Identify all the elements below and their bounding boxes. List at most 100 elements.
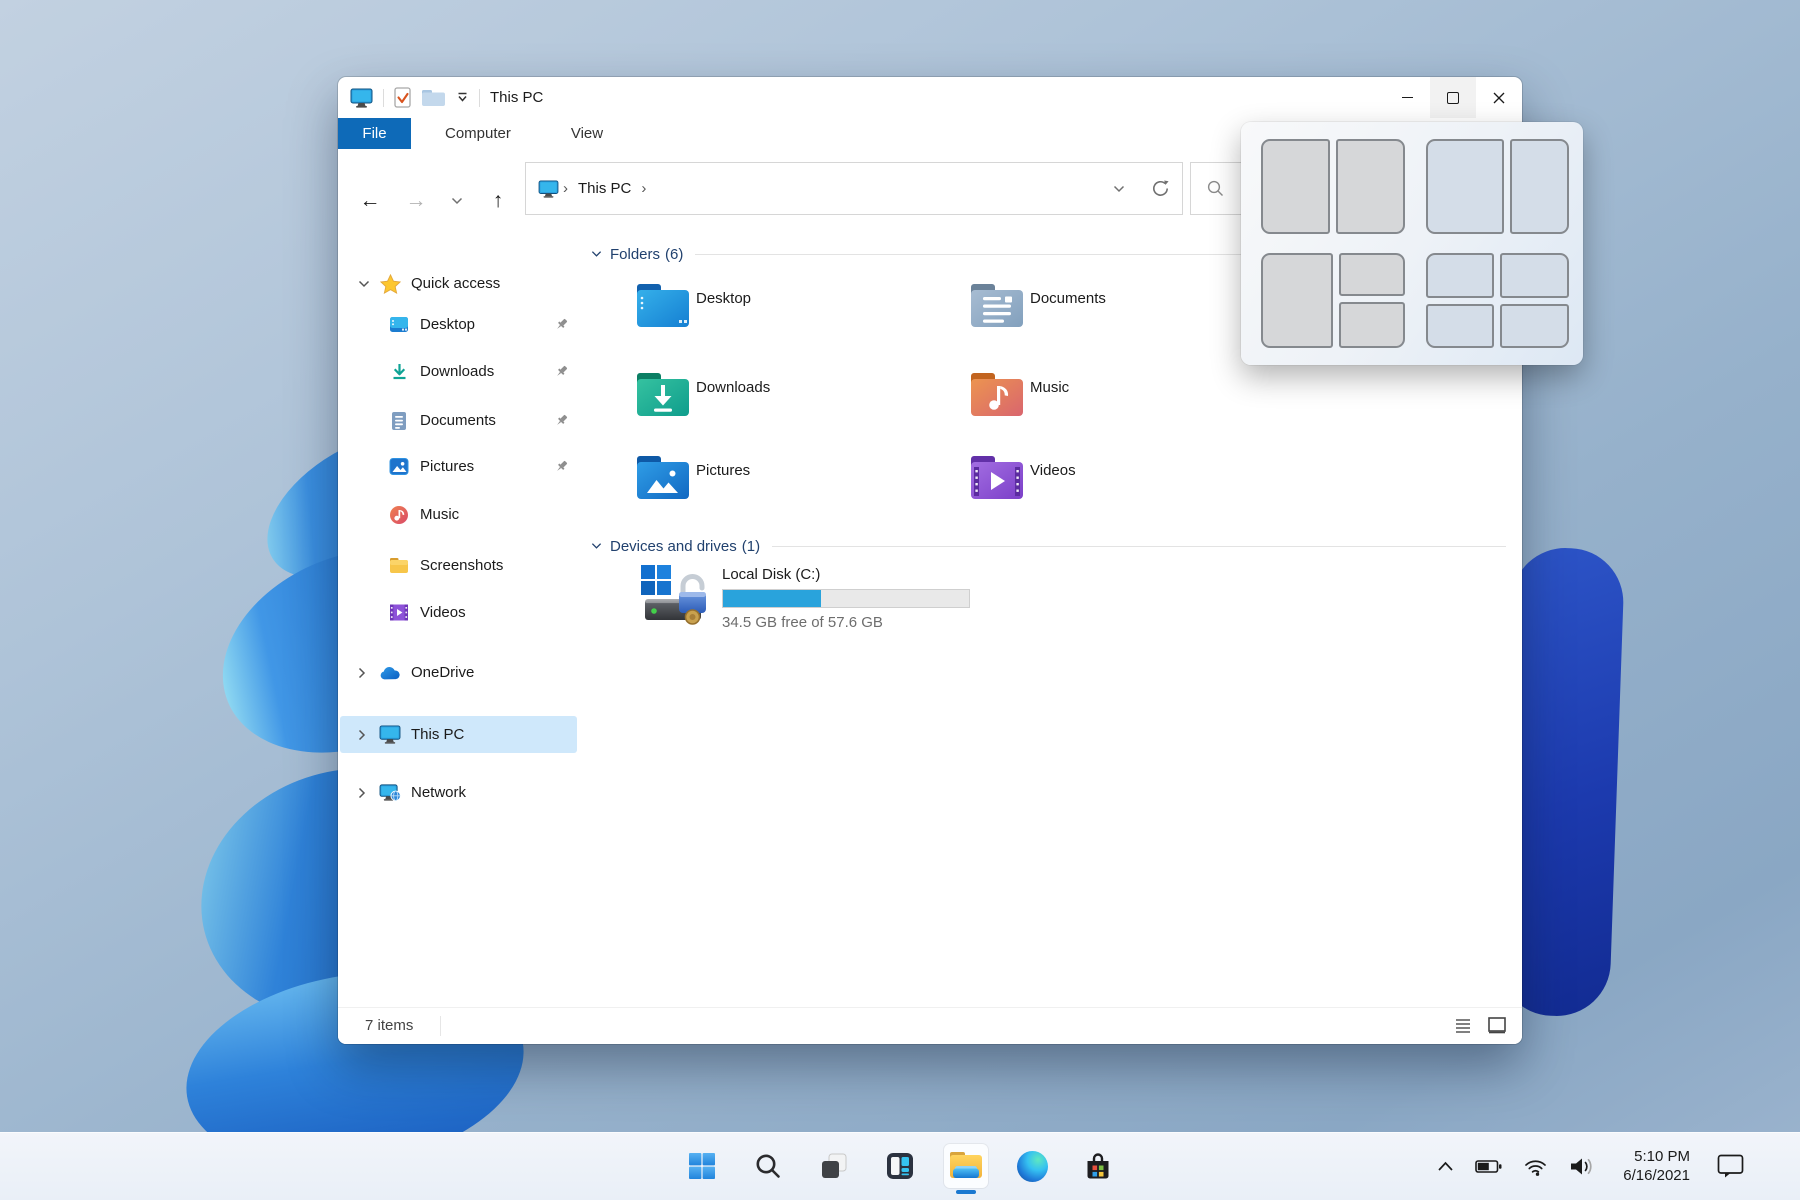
clock[interactable]: 5:10 PM 6/16/2021 bbox=[1623, 1147, 1690, 1185]
group-header-devices[interactable]: Devices and drives (1) bbox=[591, 535, 1506, 557]
titlebar[interactable]: This PC bbox=[338, 77, 1522, 118]
sidebar-item-quick-access[interactable]: Quick access bbox=[340, 265, 577, 302]
tray-overflow-button[interactable] bbox=[1437, 1161, 1454, 1172]
refresh-icon[interactable] bbox=[1151, 179, 1170, 198]
thumbnail-view-button[interactable] bbox=[1487, 1016, 1507, 1034]
snap-zone[interactable] bbox=[1336, 139, 1405, 234]
task-view-button[interactable] bbox=[812, 1144, 856, 1188]
snap-zone[interactable] bbox=[1500, 304, 1569, 349]
file-explorer-icon bbox=[949, 1151, 983, 1181]
sidebar-item-onedrive[interactable]: OneDrive bbox=[340, 654, 577, 691]
qat-properties-icon[interactable] bbox=[394, 87, 411, 108]
qat-new-folder-icon[interactable] bbox=[421, 89, 446, 107]
disk-usage-bar bbox=[722, 589, 970, 608]
menu-tab-file[interactable]: File bbox=[338, 118, 411, 149]
videos-icon bbox=[388, 603, 410, 622]
snap-zone[interactable] bbox=[1426, 139, 1504, 234]
start-button[interactable] bbox=[680, 1144, 724, 1188]
chevron-right-icon[interactable] bbox=[358, 729, 372, 741]
snap-zone[interactable] bbox=[1500, 253, 1569, 298]
breadcrumb-chevron-icon[interactable]: › bbox=[641, 180, 646, 197]
snap-option-wide-left[interactable] bbox=[1426, 139, 1570, 234]
item-label: Pictures bbox=[696, 462, 750, 479]
folder-tile-downloads[interactable]: Downloads bbox=[628, 364, 958, 434]
details-view-button[interactable] bbox=[1454, 1016, 1472, 1034]
sidebar-item-label: OneDrive bbox=[411, 664, 474, 681]
edge-icon bbox=[1017, 1151, 1048, 1182]
sidebar-item-music[interactable]: Music bbox=[340, 496, 577, 533]
menu-tab-view[interactable]: View bbox=[550, 118, 624, 149]
store-button[interactable] bbox=[1076, 1144, 1120, 1188]
sidebar-item-network[interactable]: Network bbox=[340, 774, 577, 811]
disk-usage-fill bbox=[723, 590, 821, 607]
snap-zone[interactable] bbox=[1426, 253, 1495, 298]
sidebar-item-downloads[interactable]: Downloads bbox=[340, 353, 577, 390]
sidebar-item-this-pc[interactable]: This PC bbox=[340, 716, 577, 753]
snap-zone[interactable] bbox=[1426, 304, 1495, 349]
snap-zone[interactable] bbox=[1261, 139, 1330, 234]
edge-button[interactable] bbox=[1010, 1144, 1054, 1188]
forward-button[interactable]: → bbox=[400, 185, 432, 217]
sidebar-item-documents[interactable]: Documents bbox=[340, 402, 577, 439]
search-button[interactable] bbox=[746, 1144, 790, 1188]
sidebar-item-label: Pictures bbox=[420, 458, 474, 475]
widgets-button[interactable] bbox=[878, 1144, 922, 1188]
tray-time: 5:10 PM bbox=[1623, 1147, 1690, 1166]
snap-zone[interactable] bbox=[1339, 302, 1404, 348]
this-pc-icon bbox=[379, 725, 401, 744]
sidebar-item-screenshots[interactable]: Screenshots bbox=[340, 547, 577, 584]
music-folder-icon bbox=[970, 372, 1024, 417]
notification-icon bbox=[1717, 1154, 1744, 1178]
address-dropdown-icon[interactable] bbox=[1113, 185, 1125, 193]
address-bar[interactable]: › This PC › bbox=[525, 162, 1183, 215]
task-view-icon bbox=[819, 1151, 849, 1181]
chevron-down-icon[interactable] bbox=[358, 280, 372, 288]
videos-folder-icon bbox=[970, 455, 1024, 500]
notification-center-button[interactable] bbox=[1717, 1154, 1744, 1178]
recent-locations-button[interactable] bbox=[441, 185, 473, 217]
sidebar-item-pictures[interactable]: Pictures bbox=[340, 448, 577, 485]
folder-tile-music[interactable]: Music bbox=[962, 364, 1292, 434]
folder-tile-videos[interactable]: Videos bbox=[962, 447, 1292, 517]
group-count: (1) bbox=[742, 538, 760, 555]
wifi-status[interactable] bbox=[1523, 1157, 1548, 1176]
minimize-icon bbox=[1402, 97, 1413, 99]
chevron-right-icon[interactable] bbox=[358, 787, 372, 799]
sidebar-item-desktop[interactable]: Desktop bbox=[340, 306, 577, 343]
snap-zone[interactable] bbox=[1510, 139, 1569, 234]
chevron-down-icon[interactable] bbox=[591, 250, 602, 258]
sidebar-item-label: Downloads bbox=[420, 363, 494, 380]
sidebar-item-label: Screenshots bbox=[420, 557, 503, 574]
snap-zone[interactable] bbox=[1339, 253, 1404, 296]
folder-tile-desktop[interactable]: Desktop bbox=[628, 275, 958, 345]
menu-tab-computer[interactable]: Computer bbox=[424, 118, 532, 149]
maximize-button[interactable] bbox=[1430, 77, 1476, 118]
snap-option-two-columns[interactable] bbox=[1261, 139, 1405, 234]
desktop-icon bbox=[388, 315, 410, 334]
close-button[interactable] bbox=[1476, 77, 1522, 118]
chevron-down-icon[interactable] bbox=[591, 542, 602, 550]
snap-zone[interactable] bbox=[1261, 253, 1333, 348]
folder-tile-pictures[interactable]: Pictures bbox=[628, 447, 958, 517]
item-count: 7 items bbox=[365, 1017, 413, 1034]
battery-status[interactable] bbox=[1475, 1159, 1502, 1174]
volume-status[interactable] bbox=[1569, 1157, 1596, 1176]
tray-date: 6/16/2021 bbox=[1623, 1166, 1690, 1185]
sidebar-item-label: Quick access bbox=[411, 275, 500, 292]
up-button[interactable]: ↑ bbox=[482, 185, 514, 217]
qat-dropdown-icon[interactable] bbox=[456, 92, 469, 103]
screen: This PC File Computer View ← → bbox=[0, 0, 1800, 1200]
sidebar-item-videos[interactable]: Videos bbox=[340, 594, 577, 631]
snap-option-quad[interactable] bbox=[1426, 253, 1570, 348]
pictures-folder-icon bbox=[636, 455, 690, 500]
sidebar-item-label: Videos bbox=[420, 604, 466, 621]
back-button[interactable]: ← bbox=[354, 185, 386, 217]
pin-icon bbox=[554, 459, 569, 474]
chevron-right-icon[interactable] bbox=[358, 667, 372, 679]
status-separator bbox=[440, 1016, 441, 1036]
drive-tile-local-disk-c[interactable]: Local Disk (C:) 34.5 GB free of 57.6 GB bbox=[628, 557, 1058, 649]
minimize-button[interactable] bbox=[1384, 77, 1430, 118]
file-explorer-button[interactable] bbox=[944, 1144, 988, 1188]
breadcrumb-root[interactable]: This PC bbox=[578, 180, 631, 197]
snap-option-left-plus-stacked[interactable] bbox=[1261, 253, 1405, 348]
